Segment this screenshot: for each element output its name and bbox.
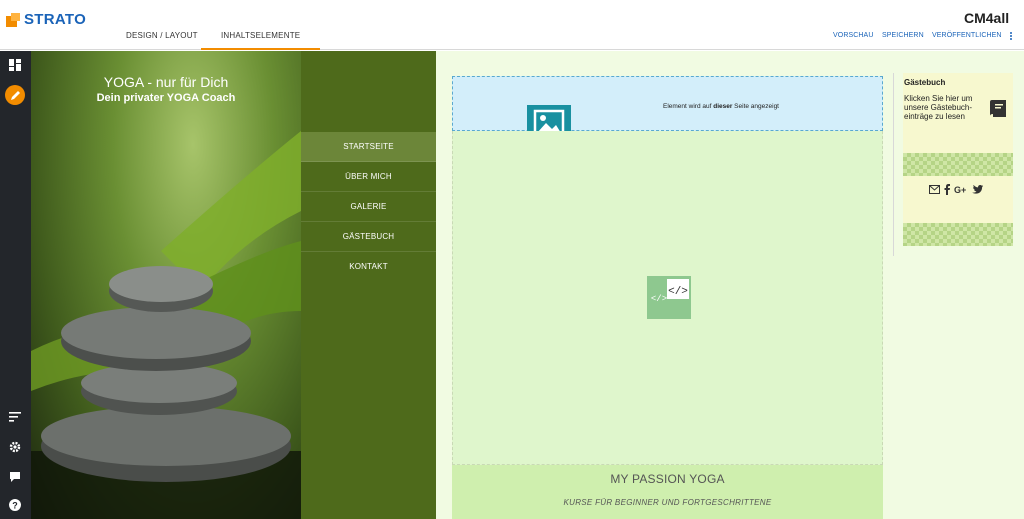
passion-subtitle: KURSE FÜR BEGINNER UND FORTGESCHRITTENE	[563, 498, 772, 507]
nav-item-galerie[interactable]: GALERIE	[301, 192, 436, 222]
guestbook-text: Klicken Sie hier um unsere Gästebuch-ein…	[904, 94, 973, 121]
html-element-area[interactable]: </> </>	[452, 131, 883, 465]
strato-logo[interactable]: STRATO	[6, 11, 86, 28]
svg-text:G+: G+	[954, 185, 966, 195]
svg-text:</>: </>	[668, 286, 688, 298]
help-icon: ?	[9, 498, 21, 516]
svg-text:</>: </>	[651, 294, 667, 304]
nav-item-gaestebuch[interactable]: GÄSTEBUCH	[301, 222, 436, 252]
help-button[interactable]: ?	[3, 495, 27, 519]
banner-text-before: Element wird auf	[663, 103, 714, 110]
social-widget[interactable]: G+	[903, 176, 1013, 223]
top-bar: STRATO DESIGN / LAYOUT INHALTSELEMENTE V…	[0, 0, 1024, 50]
strato-logo-text: STRATO	[24, 11, 87, 28]
hero-image[interactable]: YOGA - nur für Dich Dein privater YOGA C…	[31, 51, 301, 519]
gear-icon	[9, 440, 21, 458]
passion-title: MY PASSION YOGA	[610, 472, 725, 486]
stones-illustration	[31, 131, 301, 519]
svg-text:?: ?	[12, 501, 18, 511]
pencil-icon	[5, 85, 25, 105]
messages-button[interactable]	[3, 467, 27, 491]
envelope-icon[interactable]	[929, 185, 940, 194]
code-icon[interactable]: </> </>	[647, 276, 691, 319]
spacer-element[interactable]	[903, 153, 1013, 176]
edit-content-button[interactable]	[3, 83, 27, 107]
more-menu-icon[interactable]	[1010, 32, 1014, 41]
banner-text: Element wird auf dieser Seite angezeigt	[453, 103, 884, 110]
right-column: Gästebuch Klicken Sie hier um unsere Gäs…	[903, 73, 1013, 246]
dashboard-button[interactable]	[3, 55, 27, 79]
sort-icon	[9, 409, 21, 427]
guestbook-title: Gästebuch	[904, 78, 946, 87]
nav-item-kontakt[interactable]: KONTAKT	[301, 252, 436, 282]
dashboard-icon	[9, 58, 21, 76]
banner-text-after: Seite angezeigt	[732, 103, 779, 110]
editor-sidebar: ?	[0, 51, 31, 519]
nav-item-ueber-mich[interactable]: ÜBER MICH	[301, 162, 436, 192]
page-canvas: YOGA - nur für Dich Dein privater YOGA C…	[31, 51, 1024, 519]
site-title: YOGA - nur für Dich	[103, 74, 229, 90]
book-icon	[990, 100, 1006, 117]
facebook-icon[interactable]	[944, 184, 950, 195]
save-button[interactable]: SPEICHERN	[882, 32, 924, 39]
settings-button[interactable]	[3, 437, 27, 461]
site-subtitle: Dein privater YOGA Coach	[96, 92, 236, 104]
banner-text-bold: dieser	[713, 103, 733, 110]
cm4all-logo: CM4all	[964, 10, 1010, 26]
spacer-element-bottom[interactable]	[903, 223, 1013, 246]
twitter-icon[interactable]	[972, 185, 983, 194]
column-divider	[893, 73, 894, 256]
nav-item-startseite[interactable]: STARTSEITE	[301, 132, 436, 162]
strato-logo-mark	[6, 12, 20, 27]
guestbook-widget[interactable]: Gästebuch Klicken Sie hier um unsere Gäs…	[903, 73, 1013, 153]
tab-inhaltselemente[interactable]: INHALTSELEMENTE	[201, 24, 321, 50]
structure-button[interactable]	[3, 406, 27, 430]
google-plus-icon[interactable]: G+	[954, 184, 968, 195]
page-visibility-banner[interactable]: Element wird auf dieser Seite angezeigt	[452, 76, 883, 131]
passion-section[interactable]: MY PASSION YOGA KURSE FÜR BEGINNER UND F…	[452, 465, 883, 519]
publish-button[interactable]: VERÖFFENTLICHEN	[932, 32, 1002, 39]
site-navigation: STARTSEITE ÜBER MICH GALERIE GÄSTEBUCH K…	[301, 51, 436, 519]
chat-icon	[9, 470, 21, 488]
content-area: Element wird auf dieser Seite angezeigt …	[436, 51, 1024, 519]
preview-button[interactable]: VORSCHAU	[833, 32, 873, 39]
